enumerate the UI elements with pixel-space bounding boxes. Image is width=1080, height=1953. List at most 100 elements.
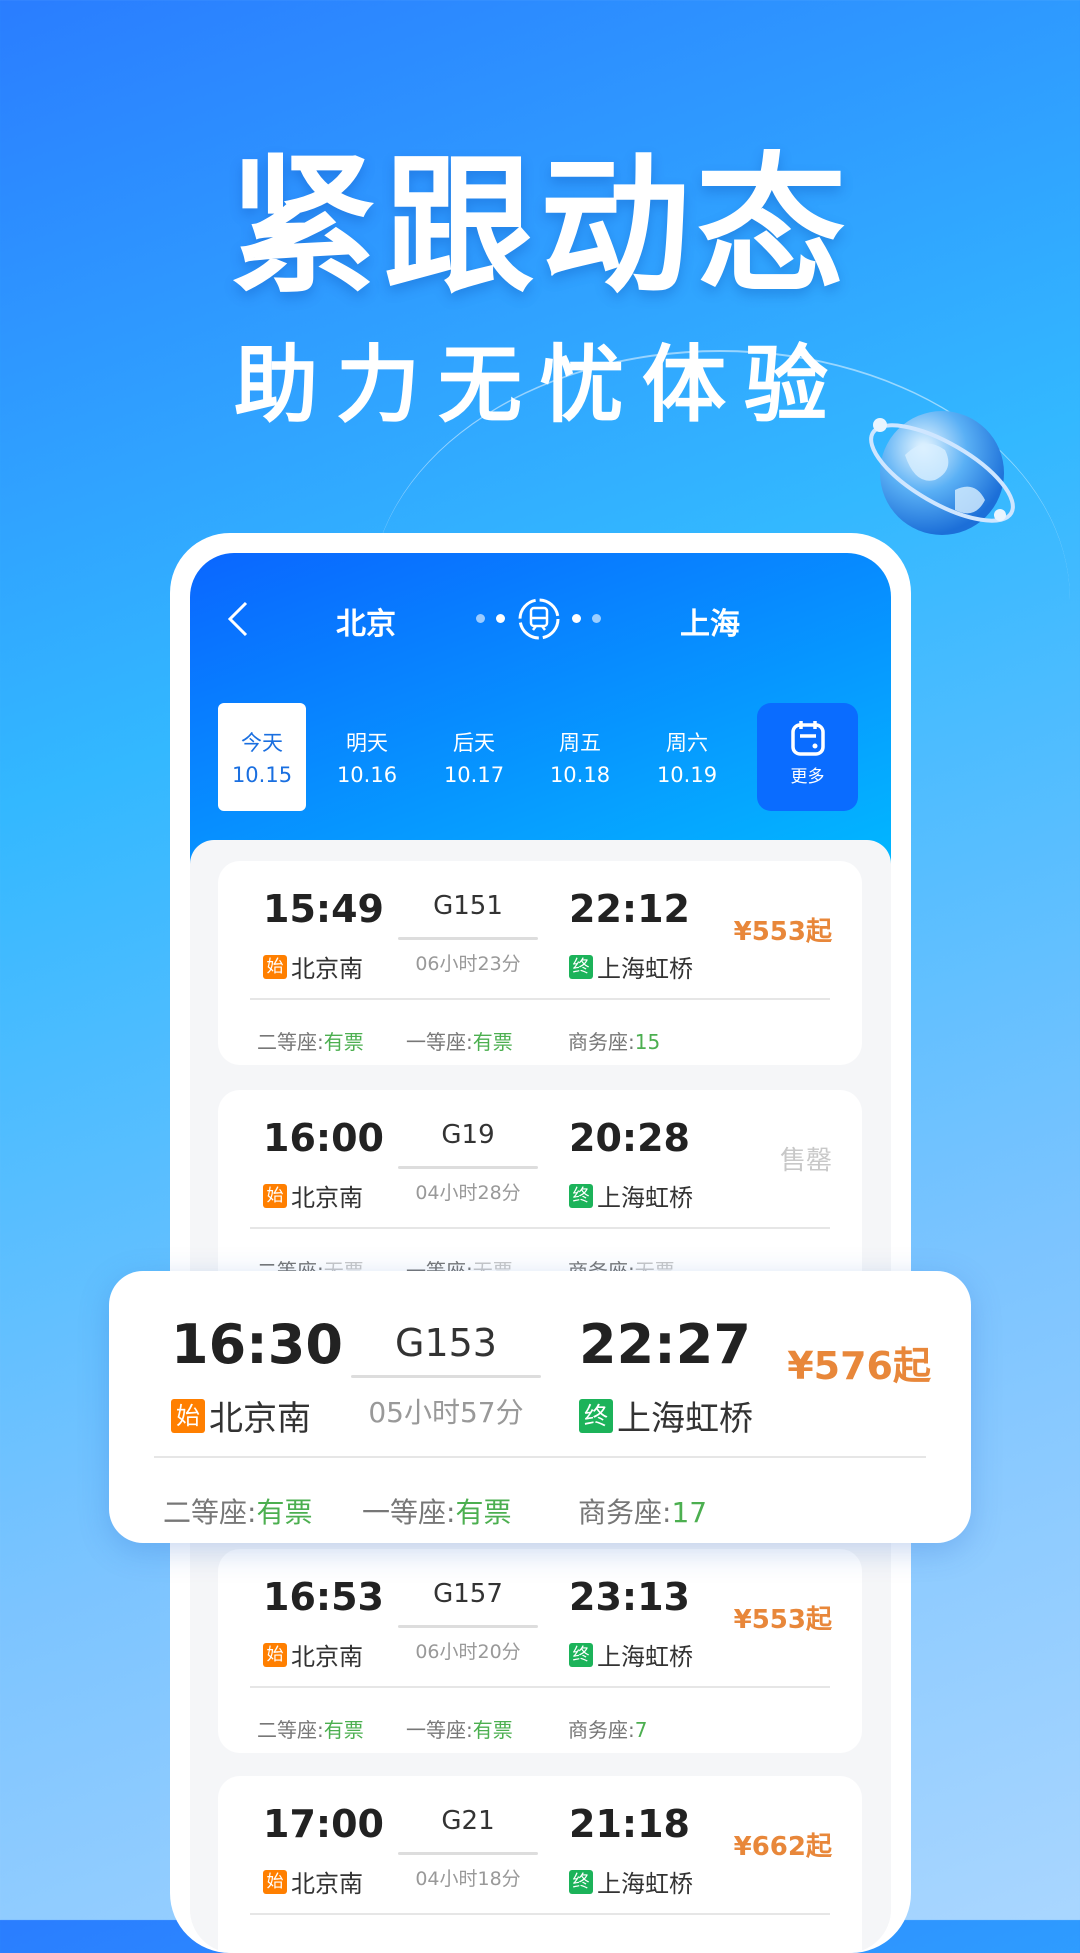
from-city[interactable]: 北京 — [336, 599, 396, 643]
seat-availability: 二等座:有票 — [257, 1030, 364, 1054]
arrival-station: 终上海虹桥 — [579, 1391, 753, 1440]
arrival-station: 终上海虹桥 — [569, 1637, 693, 1672]
end-badge: 终 — [569, 1642, 593, 1667]
station-name: 北京南 — [291, 1643, 363, 1671]
arrival-station: 终上海虹桥 — [569, 1178, 693, 1213]
dot-icon — [496, 614, 505, 623]
price: 售罄 — [779, 1146, 832, 1176]
price: ¥576起 — [787, 1344, 931, 1388]
station-name: 北京南 — [291, 955, 363, 983]
train-card[interactable]: 16:53 G157 06小时20分 23:13 ¥553起 始北京南 终上海虹… — [218, 1549, 862, 1753]
tab-day: 周五 — [559, 731, 601, 755]
station-name: 北京南 — [209, 1399, 311, 1439]
promo-headline: 紧跟动态 — [227, 140, 852, 314]
seat-first-class: 一等座:有票 — [362, 1496, 512, 1529]
back-icon[interactable] — [226, 601, 250, 637]
divider — [250, 1686, 830, 1688]
departure-time: 17:00 — [263, 1802, 384, 1846]
start-badge: 始 — [263, 1869, 287, 1894]
seat-business-class: 商务座:17 — [578, 1496, 708, 1529]
arrival-time: 22:27 — [579, 1313, 751, 1376]
divider — [250, 1913, 830, 1915]
duration: 06小时20分 — [415, 1641, 521, 1663]
duration: 05小时57分 — [368, 1396, 524, 1429]
tab-date: 10.16 — [336, 763, 398, 787]
end-badge: 终 — [579, 1398, 613, 1433]
dot-icon — [476, 614, 485, 623]
station-name: 上海虹桥 — [597, 955, 693, 983]
seat-availability: 二等座:有票 — [257, 1718, 364, 1742]
to-city[interactable]: 上海 — [680, 599, 740, 643]
date-tab[interactable]: 后天 10.17 — [430, 703, 518, 811]
divider — [250, 1227, 830, 1229]
seat-availability: 商务座:7 — [568, 1718, 648, 1742]
train-number: G157 — [433, 1579, 503, 1609]
departure-time: 16:30 — [171, 1313, 343, 1376]
tab-day: 今天 — [241, 731, 283, 755]
date-tab[interactable]: 明天 10.16 — [323, 703, 411, 811]
station-name: 上海虹桥 — [597, 1184, 693, 1212]
station-name: 上海虹桥 — [597, 1643, 693, 1671]
header: 北京 上海 今天 10.15 明天 10.16 后天 10.17 周五 10.18 周六… — [190, 553, 891, 873]
route-line — [351, 1375, 541, 1378]
dot-icon — [572, 614, 581, 623]
start-badge: 始 — [263, 1183, 287, 1208]
date-tab[interactable]: 周六 10.19 — [643, 703, 731, 811]
end-badge: 终 — [569, 1869, 593, 1894]
duration: 04小时18分 — [415, 1868, 521, 1890]
station-name: 上海虹桥 — [597, 1870, 693, 1898]
tab-day: 后天 — [453, 731, 495, 755]
divider — [250, 998, 830, 1000]
station-name: 上海虹桥 — [617, 1399, 753, 1439]
seat-availability: 一等座:有票 — [406, 1718, 513, 1742]
seat-availability: 一等座:有票 — [406, 1030, 513, 1054]
tab-date: 10.18 — [549, 763, 611, 787]
end-badge: 终 — [569, 954, 593, 979]
start-badge: 始 — [263, 954, 287, 979]
departure-station: 始北京南 — [263, 1178, 363, 1213]
route-line — [398, 937, 538, 940]
departure-time: 16:53 — [263, 1575, 384, 1619]
arrival-station: 终上海虹桥 — [569, 1864, 693, 1899]
tab-date: 10.15 — [231, 763, 293, 787]
departure-station: 始北京南 — [171, 1391, 311, 1440]
date-tab-today[interactable]: 今天 10.15 — [218, 703, 306, 811]
tab-day: 周六 — [666, 731, 708, 755]
price: ¥662起 — [733, 1832, 832, 1862]
train-card[interactable]: 17:00 G21 04小时18分 21:18 ¥662起 始北京南 终上海虹桥 — [218, 1776, 862, 1953]
train-card[interactable]: 16:00 G19 04小时28分 20:28 售罄 始北京南 终上海虹桥 二等… — [218, 1090, 862, 1294]
departure-station: 始北京南 — [263, 1637, 363, 1672]
train-number: G21 — [441, 1806, 495, 1836]
route-line — [398, 1852, 538, 1855]
swap-train-icon[interactable] — [516, 596, 562, 642]
departure-time: 15:49 — [263, 887, 384, 931]
date-tab[interactable]: 周五 10.18 — [536, 703, 624, 811]
route-line — [398, 1625, 538, 1628]
station-name: 北京南 — [291, 1870, 363, 1898]
arrival-time: 22:12 — [569, 887, 690, 931]
train-number: G153 — [395, 1321, 497, 1365]
route-line — [398, 1166, 538, 1169]
price: ¥553起 — [733, 1605, 832, 1635]
station-name: 北京南 — [291, 1184, 363, 1212]
departure-time: 16:00 — [263, 1116, 384, 1160]
end-badge: 终 — [569, 1183, 593, 1208]
train-number: G19 — [441, 1120, 495, 1150]
start-badge: 始 — [171, 1398, 205, 1433]
highlighted-train-card[interactable]: 16:30 G153 05小时57分 22:27 ¥576起 始北京南 终上海虹… — [109, 1271, 971, 1543]
tab-date: 10.19 — [656, 763, 718, 787]
more-dates-button[interactable]: 更多 — [757, 703, 858, 811]
more-label: 更多 — [790, 767, 825, 787]
train-card[interactable]: 15:49 G151 06小时23分 22:12 ¥553起 始北京南 终上海虹… — [218, 861, 862, 1065]
arrival-station: 终上海虹桥 — [569, 949, 693, 984]
seat-availability: 商务座:15 — [568, 1030, 661, 1054]
tab-day: 明天 — [346, 731, 388, 755]
calendar-icon — [790, 721, 825, 756]
seat-second-class: 二等座:有票 — [163, 1496, 313, 1529]
arrival-time: 21:18 — [569, 1802, 690, 1846]
departure-station: 始北京南 — [263, 949, 363, 984]
price: ¥553起 — [733, 917, 832, 947]
arrival-time: 20:28 — [569, 1116, 690, 1160]
arrival-time: 23:13 — [569, 1575, 690, 1619]
globe-icon — [869, 411, 1015, 535]
